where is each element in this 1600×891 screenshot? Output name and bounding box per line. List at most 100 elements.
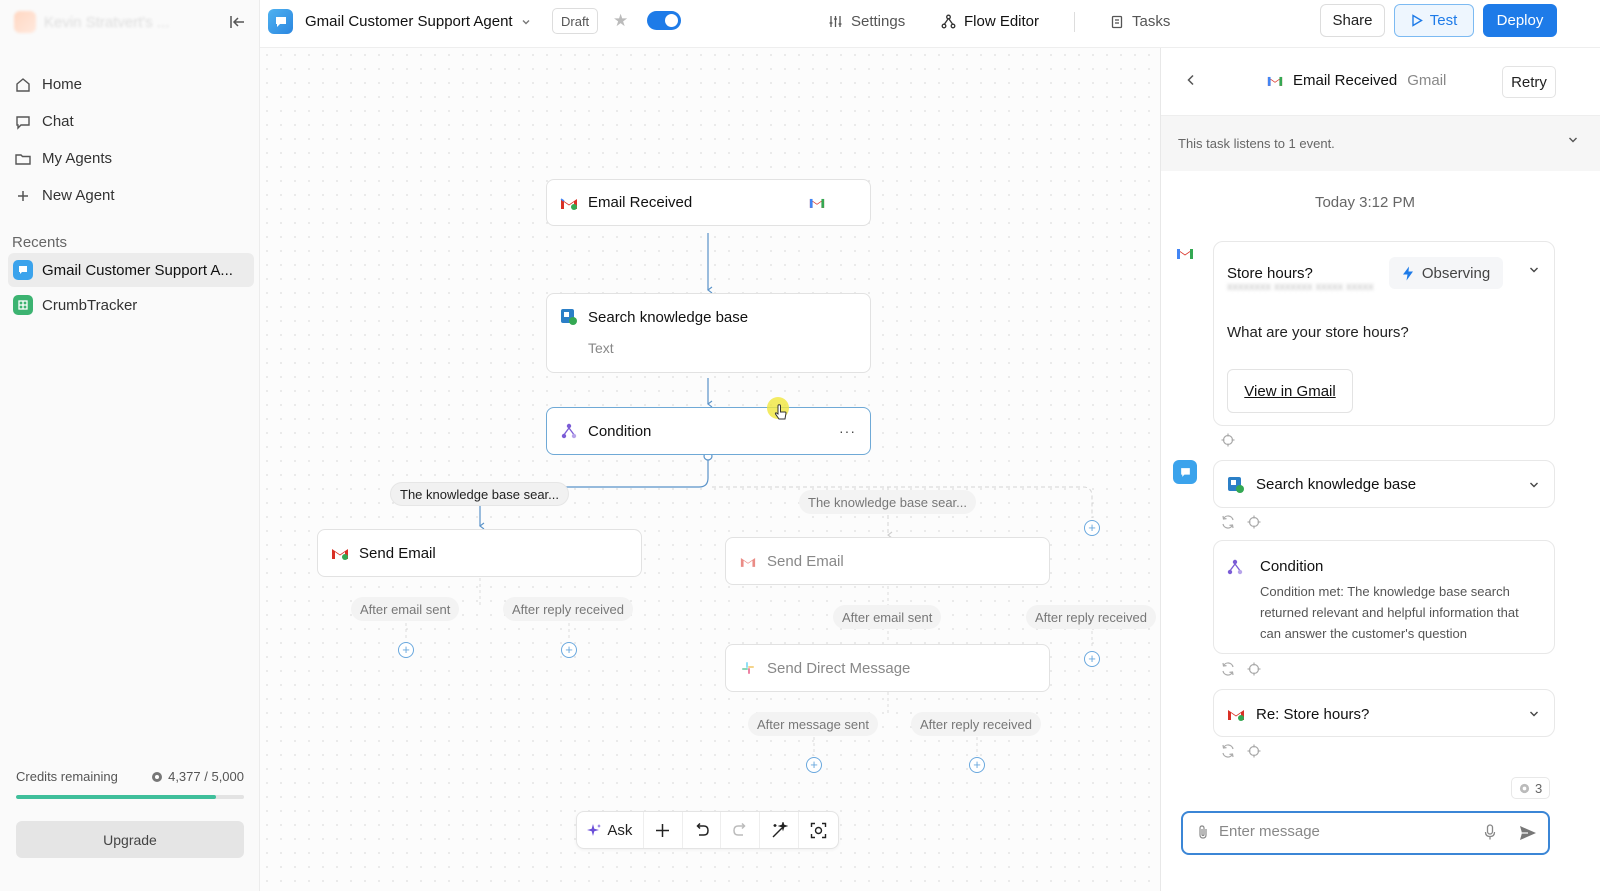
credits-progress-bar xyxy=(16,795,244,799)
auto-layout-button[interactable] xyxy=(760,812,800,848)
sidebar-item-chat[interactable]: Chat xyxy=(12,103,248,140)
node-search-knowledge-base[interactable]: Search knowledge base Text xyxy=(546,293,871,373)
node-subtitle: Text xyxy=(588,340,614,356)
branch-label-left[interactable]: The knowledge base sear... xyxy=(390,482,569,506)
sparkle-icon xyxy=(587,823,602,836)
agent-name: Gmail Customer Support Agent xyxy=(305,13,513,30)
more-options-icon[interactable]: ··· xyxy=(839,423,856,439)
step-actions xyxy=(1221,662,1261,676)
node-send-email[interactable]: Send Email xyxy=(317,529,642,577)
add-step-plus-icon[interactable]: + xyxy=(969,757,985,773)
observing-button[interactable]: Observing xyxy=(1389,257,1503,289)
agent-avatar-icon xyxy=(268,9,293,34)
upgrade-button[interactable]: Upgrade xyxy=(16,821,244,858)
sidebar-item-label: New Agent xyxy=(42,187,115,204)
workspace-switcher[interactable]: Kevin Stratvert's ... xyxy=(14,11,169,33)
node-condition[interactable]: Condition ··· xyxy=(546,407,871,455)
step-title: Condition xyxy=(1260,558,1324,575)
add-step-plus-icon[interactable]: + xyxy=(561,642,577,658)
test-button[interactable]: Test xyxy=(1394,4,1474,37)
crosshair-icon[interactable] xyxy=(1247,744,1261,758)
credits-label: Credits remaining xyxy=(16,769,118,784)
sidebar-item-label: Home xyxy=(42,76,83,93)
chevron-down-icon[interactable] xyxy=(1528,708,1540,720)
trigger-label: After reply received xyxy=(503,597,633,621)
node-email-received[interactable]: Email Received xyxy=(546,179,871,226)
agent-name-dropdown[interactable]: Gmail Customer Support Agent xyxy=(305,13,531,30)
node-label: Search knowledge base xyxy=(588,309,749,326)
ask-label: Ask xyxy=(607,821,633,839)
add-step-plus-icon[interactable]: + xyxy=(1084,520,1100,536)
node-send-email-inactive[interactable]: Send Email xyxy=(725,537,1050,585)
step-card-reply-email[interactable]: Re: Store hours? xyxy=(1213,689,1555,737)
crosshair-icon[interactable] xyxy=(1247,515,1261,529)
paperclip-icon[interactable] xyxy=(1197,824,1209,840)
credits-value: 4,377 / 5,000 xyxy=(168,769,244,784)
node-label: Send Email xyxy=(767,552,844,570)
microphone-icon[interactable] xyxy=(1484,824,1496,841)
email-body: What are your store hours? xyxy=(1227,324,1409,341)
sidebar-item-home[interactable]: Home xyxy=(12,66,248,103)
step-actions xyxy=(1221,515,1261,529)
flow-canvas[interactable]: Email Received Search knowledge base Tex… xyxy=(260,48,1160,891)
chevron-down-icon[interactable] xyxy=(1528,479,1540,491)
gmail-icon xyxy=(809,196,825,213)
condition-icon xyxy=(1227,559,1243,578)
back-chevron-icon[interactable] xyxy=(1181,70,1201,90)
chevron-down-icon[interactable] xyxy=(1528,264,1540,276)
branch-label-right[interactable]: The knowledge base sear... xyxy=(799,490,976,514)
trigger-label: After email sent xyxy=(833,605,942,629)
add-step-plus-icon[interactable]: + xyxy=(1084,651,1100,667)
event-listener-summary[interactable]: This task listens to 1 event. xyxy=(1161,116,1600,171)
trigger-label: After message sent xyxy=(748,712,878,736)
step-card-search-kb[interactable]: Search knowledge base xyxy=(1213,460,1555,508)
node-send-direct-message[interactable]: Send Direct Message xyxy=(725,644,1050,692)
gmail-icon xyxy=(738,551,758,571)
chevron-down-icon xyxy=(1569,137,1577,143)
sidebar-item-new-agent[interactable]: New Agent xyxy=(12,177,248,214)
refresh-icon[interactable] xyxy=(1221,515,1235,529)
message-input[interactable] xyxy=(1219,823,1469,840)
test-run-panel: Email Received Gmail Retry This task lis… xyxy=(1160,48,1600,891)
refresh-icon[interactable] xyxy=(1221,662,1235,676)
step-card-condition[interactable]: Condition Condition met: The knowledge b… xyxy=(1213,540,1555,654)
redo-button[interactable] xyxy=(721,812,761,848)
recent-item-crumbtracker[interactable]: CrumbTracker xyxy=(8,288,254,322)
add-node-button[interactable] xyxy=(644,812,683,848)
recent-item-gmail-agent[interactable]: Gmail Customer Support A... xyxy=(8,253,254,287)
trigger-label: After reply received xyxy=(1026,605,1156,629)
undo-button[interactable] xyxy=(683,812,722,848)
crosshair-icon[interactable] xyxy=(1221,433,1235,447)
add-step-plus-icon[interactable]: + xyxy=(398,642,414,658)
retry-button[interactable]: Retry xyxy=(1502,66,1556,98)
star-icon[interactable]: ★ xyxy=(613,11,628,31)
collapse-sidebar-icon[interactable] xyxy=(225,10,249,34)
view-in-gmail-link[interactable]: View in Gmail xyxy=(1227,369,1353,413)
workspace-name: Kevin Stratvert's ... xyxy=(44,13,170,31)
agent-enabled-toggle[interactable] xyxy=(647,11,681,30)
sidebar-item-my-agents[interactable]: My Agents xyxy=(12,140,248,177)
share-button[interactable]: Share xyxy=(1320,4,1385,37)
message-composer xyxy=(1181,811,1550,855)
top-bar: Gmail Customer Support Agent Draft ★ Set… xyxy=(260,0,1600,48)
refresh-icon[interactable] xyxy=(1221,744,1235,758)
send-icon[interactable] xyxy=(1519,825,1537,841)
gmail-icon xyxy=(1227,707,1245,724)
condition-icon xyxy=(559,421,579,441)
credits-section: Credits remaining 4,377 / 5,000 xyxy=(16,769,244,799)
divider xyxy=(1074,12,1075,32)
card-actions xyxy=(1221,433,1235,447)
tab-flow-editor[interactable]: Flow Editor xyxy=(941,13,1039,30)
step-actions xyxy=(1221,744,1261,758)
tab-settings[interactable]: Settings xyxy=(828,13,905,30)
add-step-plus-icon[interactable]: + xyxy=(806,757,822,773)
node-label: Send Email xyxy=(359,544,436,562)
flow-icon xyxy=(941,14,956,29)
crosshair-icon[interactable] xyxy=(1247,662,1261,676)
tab-tasks[interactable]: Tasks xyxy=(1110,13,1170,30)
node-label: Email Received xyxy=(588,194,693,211)
deploy-button[interactable]: Deploy xyxy=(1483,4,1557,37)
fit-view-button[interactable] xyxy=(799,812,838,848)
ask-button[interactable]: Ask xyxy=(577,812,644,848)
recent-item-label: CrumbTracker xyxy=(42,296,138,314)
